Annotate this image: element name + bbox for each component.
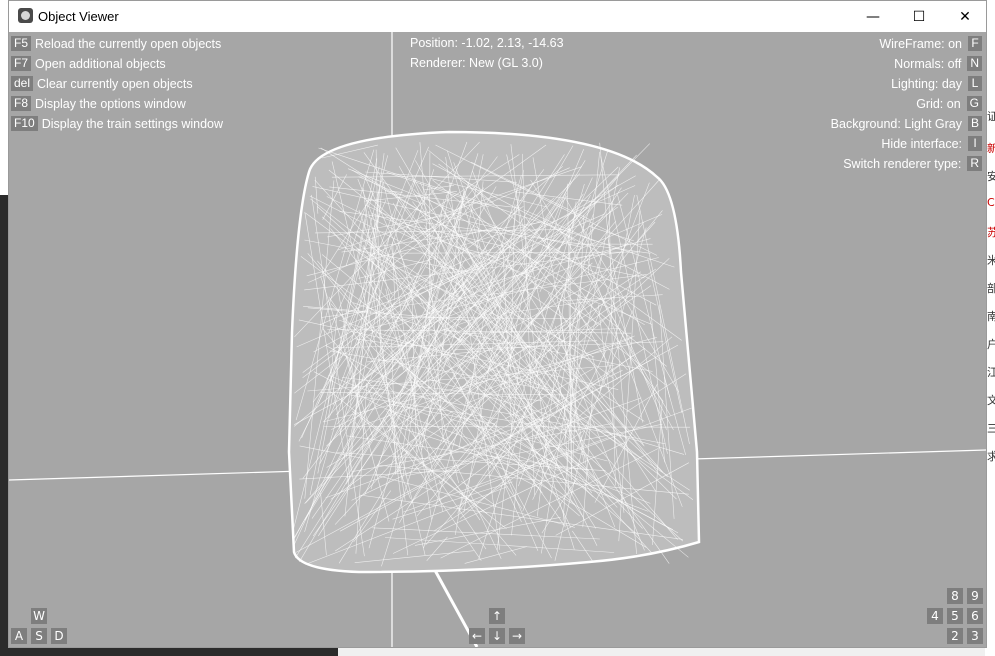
toggle-label: Lighting: day (891, 76, 962, 91)
shortcut-label: Clear currently open objects (37, 76, 193, 91)
shortcut-clear[interactable]: del Clear currently open objects (11, 75, 193, 92)
key-i[interactable]: I (968, 136, 982, 151)
numpad-9-key[interactable]: 9 (967, 588, 983, 604)
key-f7[interactable]: F7 (11, 56, 32, 71)
renderer-readout: Renderer: New (GL 3.0) (410, 56, 543, 70)
desktop-background (8, 648, 338, 656)
toggle-label: Grid: on (916, 96, 961, 111)
toggle-wireframe[interactable]: WireFrame: on F (879, 35, 982, 52)
key-f5[interactable]: F5 (11, 36, 32, 51)
shortcut-label: Reload the currently open objects (35, 36, 222, 51)
key-f[interactable]: F (968, 36, 982, 51)
shortcut-options[interactable]: F8 Display the options window (11, 95, 186, 112)
key-n[interactable]: N (967, 56, 982, 71)
key-f8[interactable]: F8 (11, 96, 32, 111)
arrow-down-icon[interactable]: ↓ (489, 628, 505, 644)
toggle-hide-interface[interactable]: Hide interface: I (881, 135, 982, 152)
app-icon (18, 8, 33, 23)
desktop-background (0, 195, 8, 656)
toggle-label: Background: Light Gray (830, 116, 962, 131)
shortcut-label: Display the train settings window (41, 116, 224, 131)
object-viewer-window[interactable]: Object Viewer — ☐ ✕ Position: -1.02, 2.1… (8, 0, 987, 648)
shortcut-train-settings[interactable]: F10 Display the train settings window (11, 115, 223, 132)
numpad-3-key[interactable]: 3 (967, 628, 983, 644)
move-right-key[interactable]: D (51, 628, 67, 644)
arrow-up-icon[interactable]: ↑ (489, 608, 505, 624)
toggle-lighting[interactable]: Lighting: day L (891, 75, 982, 92)
window-title: Object Viewer (38, 9, 119, 24)
numpad-5-key[interactable]: 5 (947, 608, 963, 624)
key-b[interactable]: B (967, 116, 982, 131)
arrow-right-icon[interactable]: → (509, 628, 525, 644)
numpad-4-key[interactable]: 4 (927, 608, 943, 624)
maximize-button[interactable]: ☐ (896, 1, 942, 32)
numpad-6-key[interactable]: 6 (967, 608, 983, 624)
key-g[interactable]: G (966, 96, 982, 111)
numpad-8-key[interactable]: 8 (947, 588, 963, 604)
shortcut-reload[interactable]: F5 Reload the currently open objects (11, 35, 221, 52)
move-left-key[interactable]: A (11, 628, 27, 644)
toggle-label: Hide interface: (881, 136, 962, 151)
key-l[interactable]: L (968, 76, 982, 91)
toggle-background[interactable]: Background: Light Gray B (831, 115, 982, 132)
move-forward-key[interactable]: W (31, 608, 47, 624)
toggle-label: WireFrame: on (879, 36, 962, 51)
toggle-label: Normals: off (894, 56, 962, 71)
toggle-renderer-type[interactable]: Switch renderer type: R (843, 155, 982, 172)
move-back-key[interactable]: S (31, 628, 47, 644)
close-button[interactable]: ✕ (942, 1, 988, 32)
3d-viewport[interactable]: Position: -1.02, 2.13, -14.63 Renderer: … (9, 32, 986, 647)
toggle-normals[interactable]: Normals: off N (894, 55, 982, 72)
position-readout: Position: -1.02, 2.13, -14.63 (410, 36, 564, 50)
key-del[interactable]: del (11, 76, 34, 91)
desktop-background (338, 648, 995, 656)
toggle-grid[interactable]: Grid: on G (916, 95, 982, 112)
minimize-button[interactable]: — (850, 1, 896, 32)
shortcut-label: Open additional objects (35, 56, 166, 71)
shortcut-open[interactable]: F7 Open additional objects (11, 55, 166, 72)
shortcut-label: Display the options window (35, 96, 186, 111)
numpad-2-key[interactable]: 2 (947, 628, 963, 644)
toggle-label: Switch renderer type: (843, 156, 962, 171)
key-r[interactable]: R (967, 156, 982, 171)
title-bar[interactable]: Object Viewer — ☐ ✕ (9, 1, 986, 32)
arrow-left-icon[interactable]: ← (469, 628, 485, 644)
key-f10[interactable]: F10 (11, 116, 38, 131)
